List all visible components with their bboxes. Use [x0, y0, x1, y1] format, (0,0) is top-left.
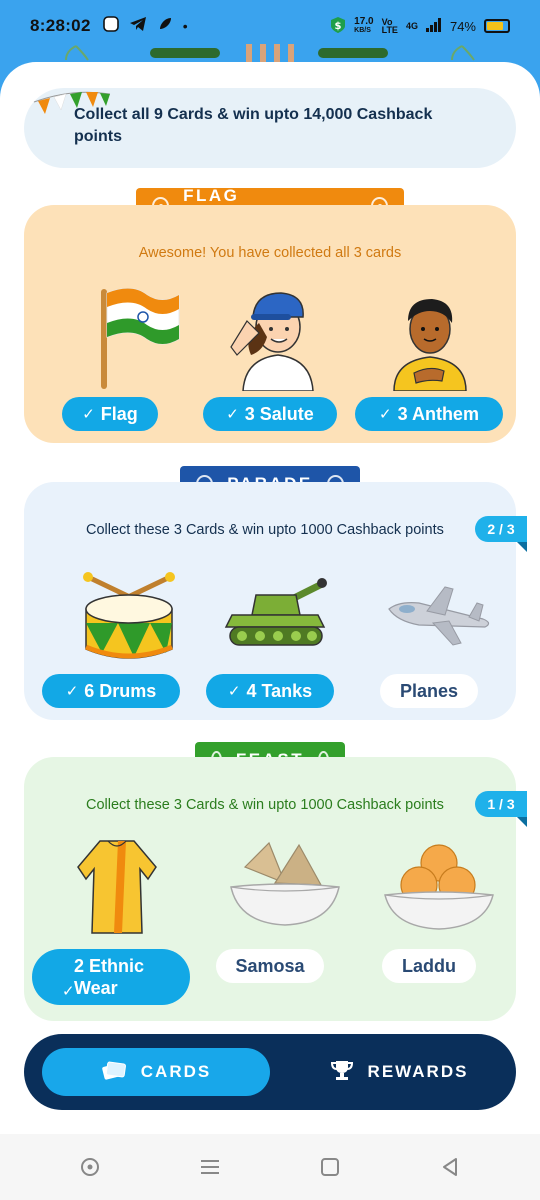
tank-decoration-icon-2 [318, 48, 388, 58]
card-label: ✓ 4 Tanks [206, 674, 334, 708]
tab-rewards-label: REWARDS [367, 1062, 469, 1081]
card-label: ✓ Flag [62, 397, 158, 431]
telegram-icon [129, 16, 147, 37]
card-label: ✓ 3 Anthem [355, 397, 503, 431]
check-icon: ✓ [62, 983, 75, 1000]
drum-icon [54, 560, 204, 670]
collect-banner: Collect all 9 Cards & win upto 14,000 Ca… [24, 88, 516, 168]
trophy-icon [330, 1058, 354, 1087]
tab-cards[interactable]: CARDS [42, 1048, 270, 1096]
pillar-decoration-icon [246, 44, 294, 62]
banner-text: Collect all 9 Cards & win upto 14,000 Ca… [74, 106, 433, 145]
menu-icon [201, 1160, 219, 1174]
home-button[interactable] [315, 1152, 345, 1182]
volte-icon: Vo LTE [381, 17, 398, 35]
rocket-icon [157, 16, 173, 37]
progress-counter: 1 / 3 [475, 791, 527, 827]
cards-icon [101, 1059, 127, 1086]
dot-icon: • [182, 18, 188, 34]
samosa-icon [210, 837, 360, 937]
anthem-boy-icon [355, 281, 505, 391]
salute-girl-icon [203, 281, 353, 391]
svg-text:$: $ [335, 21, 342, 32]
section-feast: Collect these 3 Cards & win upto 1000 Ca… [24, 757, 527, 1021]
back-button[interactable] [435, 1152, 465, 1182]
battery-percent: 74% [449, 18, 476, 34]
speed-indicator: 17.0 KB/S [354, 16, 374, 35]
header-decoration [0, 40, 540, 64]
battery-icon [484, 19, 510, 33]
leaf-decoration-icon [65, 45, 89, 61]
menu-button[interactable] [195, 1152, 225, 1182]
system-nav-bar [0, 1134, 540, 1200]
card-label: Laddu [382, 949, 476, 983]
card-label: 2 Ethnic Wear ✓ [32, 949, 190, 1005]
card-label: Planes [380, 674, 478, 708]
app-notification-icon [102, 15, 119, 37]
section-subtitle: Awesome! You have collected all 3 cards [138, 245, 402, 261]
tank-decoration-icon [150, 48, 220, 58]
plane-icon [364, 560, 514, 670]
cashback-dollar-icon: $ [330, 16, 346, 37]
signal-network: 4G [405, 21, 418, 31]
card-label: ✓ 3 Salute [203, 397, 337, 431]
leaf-decoration-icon-2 [451, 45, 475, 61]
check-icon: ✓ [227, 683, 241, 700]
check-icon: ✓ [379, 406, 392, 423]
flag-icon [62, 281, 212, 391]
cards-sheet: Collect all 9 Cards & win upto 14,000 Ca… [0, 62, 540, 1142]
tab-rewards[interactable]: REWARDS [304, 1048, 494, 1096]
bottom-tab-bar: CARDS REWARDS [24, 1034, 516, 1110]
tank-icon [200, 560, 350, 670]
laddu-icon [364, 837, 514, 937]
section-subtitle: Collect these 3 Cards & win upto 1000 Ca… [86, 522, 444, 538]
section-subtitle: Collect these 3 Cards & win upto 1000 Ca… [86, 797, 444, 813]
tab-cards-label: CARDS [140, 1062, 212, 1081]
progress-counter: 2 / 3 [475, 516, 527, 552]
back-triangle-icon [443, 1158, 457, 1176]
check-icon: ✓ [226, 406, 239, 423]
section-parade: Collect these 3 Cards & win upto 1000 Ca… [24, 482, 527, 720]
circle-dot-icon [81, 1158, 99, 1176]
signal-bars-icon [425, 17, 442, 35]
check-icon: ✓ [82, 406, 95, 423]
status-time: 8:28:02 [30, 16, 91, 35]
assistant-button[interactable] [75, 1152, 105, 1182]
kurta-icon [42, 837, 192, 937]
square-icon [321, 1158, 339, 1176]
card-label: ✓ 6 Drums [42, 674, 180, 708]
section-flag-unfurling: Awesome! You have collected all 3 cards … [24, 205, 516, 443]
check-icon: ✓ [65, 683, 79, 700]
card-label: Samosa [216, 949, 324, 983]
